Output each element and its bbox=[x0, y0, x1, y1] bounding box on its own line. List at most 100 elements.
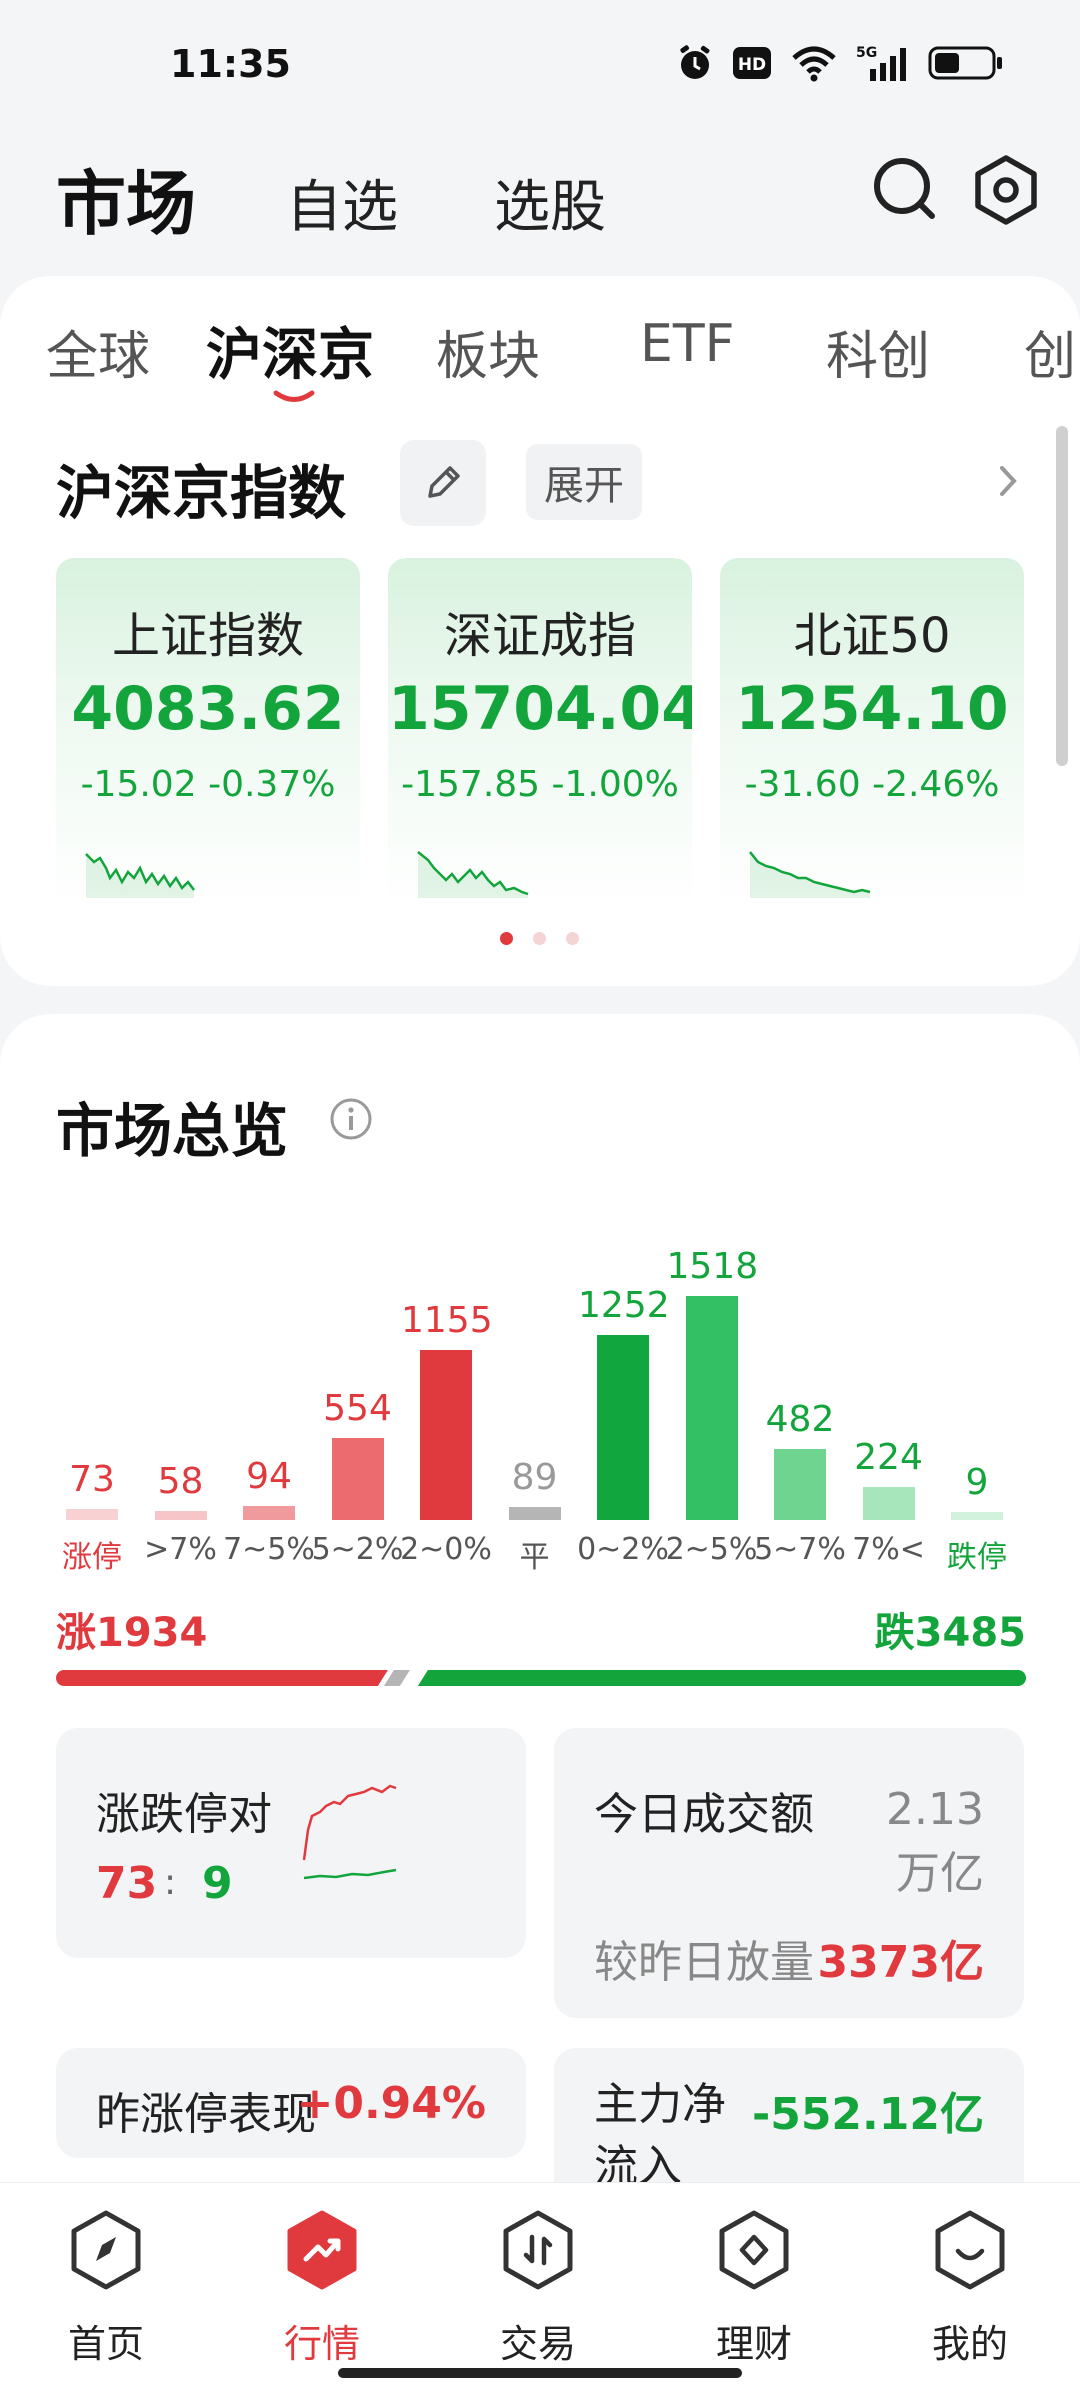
distribution-bar-label: 0~2% bbox=[577, 1532, 669, 1567]
chevron-right-icon[interactable] bbox=[994, 456, 1024, 506]
bottom-nav-home[interactable]: 首页 bbox=[46, 2207, 166, 2377]
active-tab-underline bbox=[273, 390, 315, 402]
expand-button[interactable]: 展开 bbox=[526, 444, 642, 520]
index-change-abs: -15.02 bbox=[80, 764, 197, 805]
index-change-pct: -1.00% bbox=[551, 764, 679, 805]
prev-limit-value: +0.94% bbox=[296, 2078, 486, 2129]
tab-global[interactable]: 全球 bbox=[46, 314, 150, 389]
distribution-bar bbox=[508, 1506, 561, 1520]
distribution-bar-value: 224 bbox=[854, 1436, 923, 1478]
bottom-nav-label: 首页 bbox=[67, 2322, 144, 2366]
tab-etf[interactable]: ETF bbox=[640, 314, 735, 374]
index-tile-shenzhen[interactable]: 深证成指 15704.04 -157.85 -1.00% bbox=[388, 558, 692, 908]
bottom-nav-wealth[interactable]: 理财 bbox=[694, 2207, 814, 2377]
distribution-bar bbox=[685, 1296, 738, 1520]
distribution-bar-label: >7% bbox=[144, 1532, 217, 1567]
bottom-nav-label: 交易 bbox=[499, 2322, 576, 2366]
limit-pair-title: 涨跌停对 bbox=[96, 1789, 272, 1840]
tab-star-market[interactable]: 科创 bbox=[826, 314, 930, 389]
pagination-dots[interactable] bbox=[500, 932, 579, 945]
index-sparkline bbox=[417, 851, 529, 898]
pagination-dot[interactable] bbox=[500, 932, 513, 945]
bottom-nav-profile[interactable]: 我的 bbox=[910, 2207, 1030, 2377]
nav-tab-stock-picker[interactable]: 选股 bbox=[494, 162, 606, 243]
index-value: 1254.10 bbox=[735, 674, 1009, 744]
pagination-dot[interactable] bbox=[533, 932, 546, 945]
bottom-nav-label: 我的 bbox=[931, 2322, 1008, 2366]
limit-trend-sparkline bbox=[302, 1784, 397, 1880]
volume-change-label: 较昨日放量 bbox=[594, 1937, 814, 1988]
distribution-bar-label: 跌停 bbox=[947, 1540, 1007, 1575]
tab-chinext[interactable]: 创 bbox=[1024, 314, 1076, 389]
distribution-bar-value: 1155 bbox=[401, 1299, 493, 1341]
index-change: -15.02 -0.37% bbox=[56, 764, 360, 805]
distribution-bar-label: 2~0% bbox=[400, 1532, 492, 1567]
distribution-bar-label: 涨停 bbox=[62, 1540, 122, 1575]
settings-hexagon-icon[interactable] bbox=[966, 150, 1046, 230]
distribution-bar bbox=[66, 1509, 118, 1520]
nav-tab-watchlist[interactable]: 自选 bbox=[286, 162, 398, 243]
distribution-bar-label: 7~5% bbox=[223, 1532, 315, 1567]
index-value: 4083.62 bbox=[71, 674, 345, 744]
bottom-nav-trade[interactable]: 交易 bbox=[478, 2207, 598, 2377]
distribution-bar bbox=[243, 1506, 295, 1520]
distribution-bar bbox=[951, 1512, 1003, 1520]
tab-sector[interactable]: 板块 bbox=[436, 314, 540, 389]
index-sparkline bbox=[85, 853, 195, 898]
distribution-bar bbox=[154, 1511, 207, 1520]
status-time: 11:35 bbox=[170, 42, 291, 86]
network-label: 5G bbox=[856, 45, 877, 61]
distribution-bar-label: 平 bbox=[519, 1540, 550, 1575]
turnover-tile[interactable]: 今日成交额 2.13万亿 较昨日放量 3373亿 bbox=[554, 1728, 1024, 2018]
distribution-bar bbox=[774, 1448, 826, 1520]
distribution-bar bbox=[862, 1486, 915, 1520]
edit-button[interactable] bbox=[400, 440, 486, 526]
top-nav: 市场 自选 选股 bbox=[0, 140, 1080, 250]
index-name: 北证50 bbox=[793, 608, 951, 664]
up-count-label: 涨1934 bbox=[56, 1610, 208, 1656]
hd-icon: HD bbox=[732, 44, 772, 82]
search-icon[interactable] bbox=[866, 150, 946, 230]
pencil-icon bbox=[428, 466, 460, 498]
tab-hushenjing[interactable]: 沪深京 bbox=[206, 310, 374, 391]
distribution-bar-value: 1518 bbox=[666, 1246, 759, 1287]
distribution-bar-value: 94 bbox=[246, 1456, 292, 1498]
svg-text:HD: HD bbox=[738, 55, 766, 75]
index-change-pct: -2.46% bbox=[872, 764, 1000, 805]
index-name: 深证成指 bbox=[443, 608, 636, 664]
bottom-nav-label: 行情 bbox=[283, 2322, 360, 2366]
distribution-bar bbox=[331, 1438, 384, 1520]
diamond-icon bbox=[719, 2210, 789, 2290]
home-indicator[interactable] bbox=[338, 2368, 742, 2378]
bottom-nav-quotes[interactable]: 行情 bbox=[262, 2207, 382, 2377]
up-down-ratio-bar bbox=[56, 1670, 1026, 1686]
battery-icon bbox=[928, 44, 1004, 82]
limit-separator: : bbox=[164, 1862, 177, 1903]
trend-up-icon bbox=[287, 2210, 357, 2290]
scrollbar[interactable] bbox=[1056, 426, 1068, 766]
smile-icon bbox=[935, 2210, 1005, 2290]
ratio-flat-segment bbox=[383, 1670, 410, 1686]
prev-limit-performance-tile[interactable]: 昨涨停表现 +0.94% bbox=[56, 2048, 526, 2158]
ratio-down-segment bbox=[417, 1670, 1026, 1686]
distribution-bar-value: 73 bbox=[69, 1459, 115, 1501]
distribution-bar-label: 5~7% bbox=[754, 1532, 846, 1567]
limit-pair-tile[interactable]: 涨跌停对 73 : 9 bbox=[56, 1728, 526, 1958]
turnover-value: 2.13万亿 bbox=[886, 1784, 984, 1899]
index-change-abs: -157.85 bbox=[401, 764, 541, 805]
distribution-bar-label: 7%< bbox=[852, 1532, 925, 1567]
exchange-icon bbox=[503, 2210, 573, 2290]
section-title-indices: 沪深京指数 bbox=[56, 459, 347, 527]
status-bar: 11:35 HD 5G bbox=[0, 0, 1080, 130]
nav-title-market[interactable]: 市场 bbox=[56, 148, 196, 249]
distribution-bar-value: 1252 bbox=[578, 1285, 670, 1327]
ratio-up-segment bbox=[56, 1670, 388, 1686]
index-change: -31.60 -2.46% bbox=[720, 764, 1024, 805]
index-tile-shanghai[interactable]: 上证指数 4083.62 -15.02 -0.37% bbox=[56, 558, 360, 908]
status-icons: HD 5G bbox=[676, 44, 1004, 82]
bottom-nav-label: 理财 bbox=[715, 2322, 792, 2366]
pagination-dot[interactable] bbox=[566, 932, 579, 945]
index-tile-bz50[interactable]: 北证50 1254.10 -31.60 -2.46% bbox=[720, 558, 1024, 908]
index-value: 15704.04 bbox=[388, 674, 692, 744]
compass-icon bbox=[71, 2210, 141, 2290]
